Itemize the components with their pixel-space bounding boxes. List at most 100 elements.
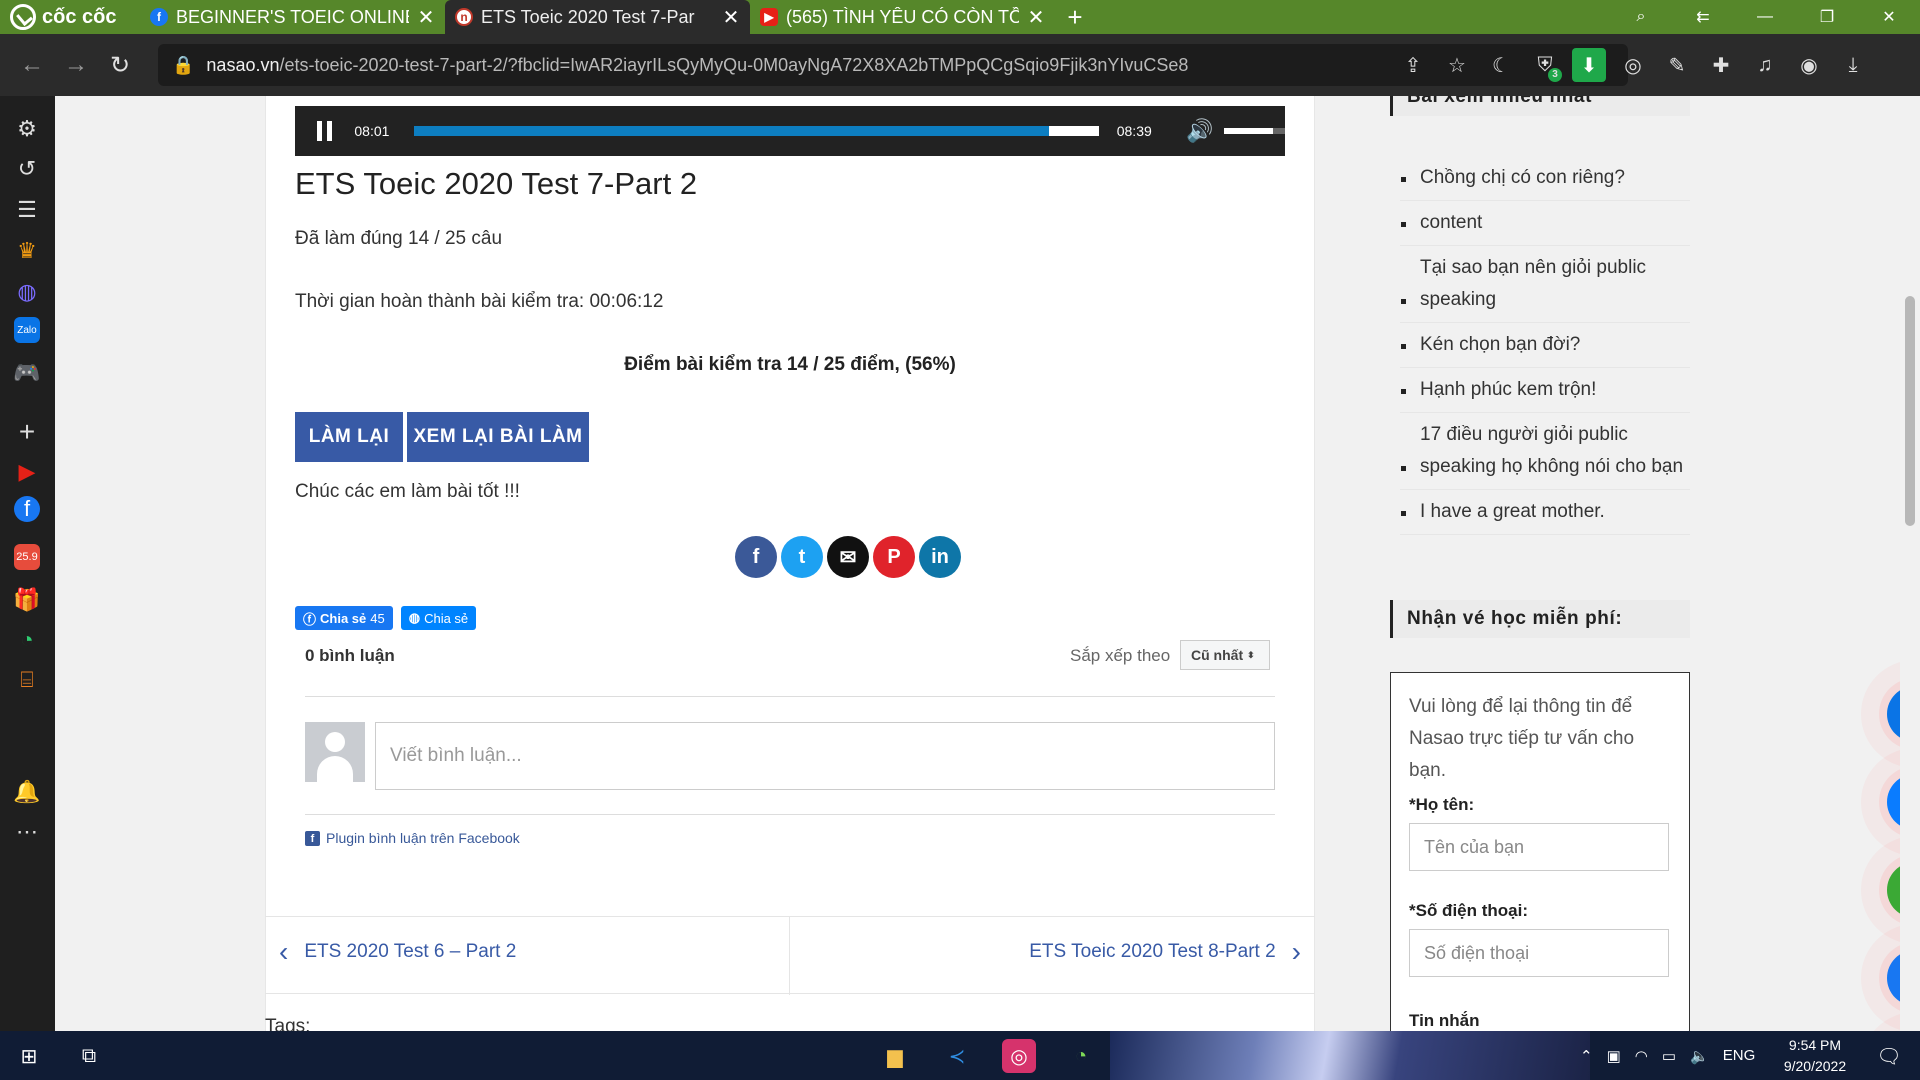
close-icon[interactable]: ✕	[722, 5, 740, 30]
notifications-icon[interactable]: 🗨	[1872, 1039, 1906, 1073]
music-icon[interactable]: ♫	[1748, 48, 1782, 82]
address-toolbar: ← → ↻ 🔒 nasao.vn/ets-toeic-2020-test-7-p…	[0, 34, 1920, 96]
scrollbar-thumb[interactable]	[1905, 296, 1915, 526]
sort-select[interactable]: Cũ nhất ⬍	[1180, 640, 1270, 670]
back-history-icon[interactable]: ⇇	[1672, 0, 1734, 34]
next-post-link[interactable]: ETS Toeic 2020 Test 8-Part 2 ›	[1029, 938, 1301, 966]
reload-icon[interactable]: ↻	[98, 43, 142, 87]
add-icon[interactable]: +	[11, 416, 43, 448]
tab-ets-toeic[interactable]: n ETS Toeic 2020 Test 7-Par ✕	[445, 0, 750, 34]
close-window-icon[interactable]: ✕	[1858, 0, 1920, 34]
close-icon[interactable]: ✕	[417, 5, 435, 30]
name-input[interactable]: Tên của bạn	[1409, 823, 1669, 871]
messenger-share-button[interactable]: ◍ Chia sẻ	[400, 606, 477, 630]
maximize-icon[interactable]: ❐	[1796, 0, 1858, 34]
vertical-scrollbar[interactable]	[1900, 96, 1920, 1031]
good-luck-text: Chúc các em làm bài tốt !!!	[295, 481, 520, 502]
facebook-plugin-link[interactable]: f Plugin bình luận trên Facebook	[305, 830, 520, 846]
shop-icon[interactable]: ⌸	[11, 664, 43, 696]
download-video-icon[interactable]: ⬇	[1572, 48, 1606, 82]
coc-coc-taskbar-icon[interactable]: ◔	[1064, 1039, 1098, 1073]
minimize-icon[interactable]: —	[1734, 0, 1796, 34]
messenger-icon: ◍	[408, 610, 421, 625]
comment-input[interactable]: Viết bình luận...	[375, 722, 1275, 790]
back-icon[interactable]: ←	[10, 43, 54, 87]
popular-post-link[interactable]: content	[1400, 201, 1690, 246]
messenger-icon[interactable]: ◍	[11, 276, 43, 308]
pen-icon[interactable]: ✎	[1660, 48, 1694, 82]
settings-icon[interactable]: ⚙	[11, 113, 43, 145]
facebook-icon[interactable]: f	[14, 496, 40, 522]
file-explorer-icon[interactable]: ▆	[878, 1039, 912, 1073]
profile-icon[interactable]: ◉	[1792, 48, 1826, 82]
gift-icon[interactable]: 🎁	[11, 584, 43, 616]
tab-search-icon[interactable]: ⌕	[1610, 0, 1672, 34]
popular-post-link[interactable]: Tại sao bạn nên giỏi public speaking	[1400, 246, 1690, 323]
taskbar-clock[interactable]: 9:54 PM 9/20/2022	[1760, 1035, 1870, 1077]
windows-taskbar: ⊞ ⧉ ▆ ≺ ◎ ◔ ⌃ ▣ ◠ ▭ 🔈 ENG 9:54 PM 9/20/2…	[0, 1031, 1920, 1080]
facebook-share-label: Chia sẻ	[320, 610, 367, 626]
meet-icon[interactable]: ▣	[1607, 1047, 1621, 1065]
share-icon[interactable]: ⇪	[1396, 48, 1430, 82]
chevron-up-icon[interactable]: ⌃	[1580, 1047, 1593, 1065]
system-tray: ⌃ ▣ ◠ ▭ 🔈 ENG	[1580, 1031, 1755, 1080]
browser-sidebar: ⚙ ↺ ☰ ♛ ◍ Zalo 🎮 + ▶ f 25.9 🎁 ◔ ⌸ 🔔 ⋯	[0, 96, 55, 1031]
tab-youtube[interactable]: ▶ (565) TÌNH YÊU CÓ CÒN TỒN ✕	[750, 0, 1055, 34]
popular-post-link[interactable]: Kén chọn bạn đời?	[1400, 323, 1690, 368]
popular-post-link[interactable]: 17 điều người giỏi public speaking họ kh…	[1400, 413, 1690, 490]
name-label: *Họ tên:	[1409, 795, 1475, 814]
instagram-icon[interactable]: ◎	[1002, 1039, 1036, 1073]
tab-facebook[interactable]: f BEGINNER'S TOEIC ONLINE 2 ✕	[140, 0, 445, 34]
gamepad-icon[interactable]: 🎮	[11, 357, 43, 389]
review-answers-button[interactable]: XEM LẠI BÀI LÀM	[407, 412, 589, 462]
bell-icon[interactable]: 🔔	[11, 776, 43, 808]
coc-coc-icon[interactable]: ◔	[11, 624, 43, 656]
wifi-icon[interactable]: ◠	[1635, 1047, 1648, 1065]
zalo-icon[interactable]: Zalo	[14, 317, 40, 343]
windows-start-icon[interactable]: ⊞	[12, 1039, 46, 1073]
facebook-share-button[interactable]: ⓕ Chia sẻ 45	[295, 606, 393, 630]
audio-elapsed: 08:01	[354, 123, 390, 139]
score-text: Điểm bài kiểm tra 14 / 25 điểm, (56%)	[624, 354, 956, 375]
pinterest-share-icon[interactable]: P	[873, 536, 915, 578]
more-icon[interactable]: ⋯	[11, 816, 43, 848]
previous-post-link[interactable]: ‹ ETS 2020 Test 6 – Part 2	[279, 938, 516, 966]
history-icon[interactable]: ↺	[11, 153, 43, 185]
coc-coc-brand[interactable]: cốc cốc	[0, 0, 140, 34]
volume-icon[interactable]: 🔊	[1186, 118, 1213, 144]
speaker-icon[interactable]: 🔈	[1690, 1047, 1709, 1065]
email-share-icon[interactable]: ✉	[827, 536, 869, 578]
linkedin-share-icon[interactable]: in	[919, 536, 961, 578]
audio-seek-bar[interactable]	[413, 126, 1099, 136]
downloads-icon[interactable]: ⤓	[1836, 48, 1870, 82]
popular-post-link[interactable]: Chồng chị có con riêng?	[1400, 156, 1690, 201]
pause-button[interactable]	[295, 121, 354, 141]
list-icon[interactable]: ☰	[11, 194, 43, 226]
forward-icon[interactable]: →	[54, 43, 98, 87]
youtube-icon[interactable]: ▶	[11, 456, 43, 488]
language-indicator[interactable]: ENG	[1723, 1047, 1756, 1064]
shopping-icon[interactable]: 25.9	[14, 544, 40, 570]
popular-post-link[interactable]: I have a great mother.	[1400, 490, 1690, 535]
new-tab-button[interactable]: +	[1055, 0, 1095, 34]
compass-icon[interactable]: ◎	[1616, 48, 1650, 82]
vscode-icon[interactable]: ≺	[940, 1039, 974, 1073]
sort-value: Cũ nhất	[1191, 647, 1244, 663]
twitter-share-icon[interactable]: t	[781, 536, 823, 578]
dark-mode-icon[interactable]: ☾	[1484, 48, 1518, 82]
contact-form: Vui lòng để lại thông tin để Nasao trực …	[1390, 672, 1690, 1031]
bookmark-star-icon[interactable]: ☆	[1440, 48, 1474, 82]
popular-post-link[interactable]: Hạnh phúc kem trộn!	[1400, 368, 1690, 413]
task-view-icon[interactable]: ⧉	[72, 1039, 106, 1073]
toolbar-icons: ⇪ ☆ ☾ ⛨ 3 ⬇ ◎ ✎ ✚ ♫ ◉ ⤓	[1396, 48, 1870, 82]
volume-slider[interactable]	[1223, 128, 1285, 134]
phone-input[interactable]: Số điện thoại	[1409, 929, 1669, 977]
close-icon[interactable]: ✕	[1027, 5, 1045, 30]
adblock-icon[interactable]: ⛨ 3	[1528, 48, 1562, 82]
window-controls: ⌕ ⇇ — ❐ ✕	[1610, 0, 1920, 34]
crown-icon[interactable]: ♛	[11, 235, 43, 267]
facebook-share-icon[interactable]: f	[735, 536, 777, 578]
battery-icon[interactable]: ▭	[1662, 1047, 1676, 1065]
retry-button[interactable]: LÀM LẠI	[295, 412, 403, 462]
extensions-icon[interactable]: ✚	[1704, 48, 1738, 82]
